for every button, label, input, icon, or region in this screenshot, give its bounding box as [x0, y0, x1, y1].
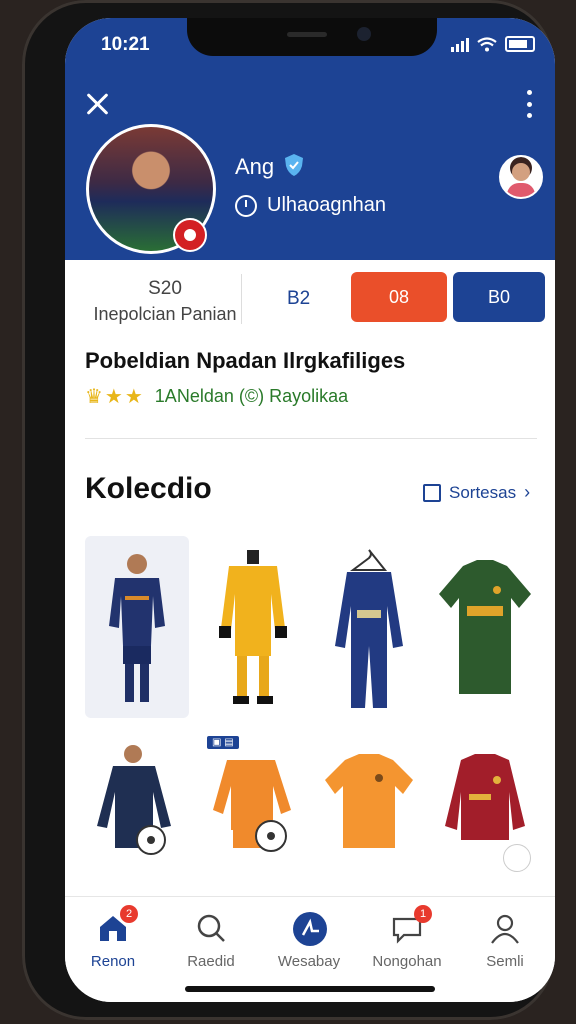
green-jersey-image: [439, 560, 531, 694]
club-badge-icon: [173, 218, 207, 252]
battery-icon: [505, 36, 535, 52]
close-icon[interactable]: [81, 88, 113, 120]
notification-badge: 1: [414, 905, 432, 923]
training-shirt-ball-image: [97, 745, 171, 855]
notification-badge: 2: [120, 905, 138, 923]
orange-action-button[interactable]: 08: [351, 272, 447, 322]
collection-item[interactable]: [433, 730, 537, 878]
nav-label: Nongohan: [372, 953, 442, 970]
rating-text: 1ANeldan (©) Rayolikaa: [154, 386, 349, 406]
wifi-icon: [477, 37, 497, 52]
user-avatar[interactable]: [499, 155, 543, 199]
divider: [241, 274, 242, 324]
collection-item[interactable]: ▣ ▤: [201, 730, 305, 878]
nav-item-home[interactable]: 2 Renon: [65, 905, 161, 970]
device-notch: [187, 18, 437, 56]
orange-jersey-image: [325, 754, 413, 848]
chevron-right-icon: ›: [524, 482, 531, 502]
collection-item[interactable]: [85, 730, 189, 878]
phone-frame: 10:21 Ang Ulhaoagnhan S20 Inepolcian Pan…: [22, 0, 555, 1020]
verified-icon: [285, 154, 303, 176]
orange-kit-ball-image: [213, 760, 291, 852]
front-camera: [357, 27, 371, 41]
sort-button[interactable]: Sortesas ›: [423, 482, 530, 503]
stat-main-label: Inepolcian Panian: [93, 304, 237, 324]
speaker: [287, 32, 327, 37]
collection-item[interactable]: [85, 536, 189, 718]
player-navy-kit-image: [109, 554, 165, 702]
app-screen: 10:21 Ang Ulhaoagnhan S20 Inepolcian Pan…: [65, 18, 555, 1002]
stat-main: S20 Inepolcian Panian: [85, 278, 245, 325]
sort-label: Sortesas: [449, 482, 517, 502]
signal-icon: [451, 38, 469, 52]
clock-icon: [235, 194, 257, 217]
nav-item-messages[interactable]: 1 Nongohan: [359, 905, 455, 970]
home-icon: 2: [96, 905, 138, 945]
collection-item[interactable]: [317, 536, 421, 718]
chat-icon: 1: [390, 905, 432, 945]
headline: Pobeldian Npadan Ilrgkafiliges: [85, 348, 406, 373]
stat-b2[interactable]: B2: [287, 288, 310, 310]
profile-name: Ang: [235, 154, 275, 179]
compass-icon: [292, 911, 327, 946]
nav-label: Wesabay: [277, 953, 341, 970]
goalkeeper-kit-image: [219, 550, 287, 704]
status-time: 10:21: [101, 34, 150, 55]
nav-label: Raedid: [187, 953, 235, 970]
home-indicator: [185, 986, 435, 992]
status-icons: [451, 36, 535, 52]
person-icon: [488, 911, 522, 945]
more-options-icon[interactable]: [525, 90, 533, 118]
divider: [85, 438, 537, 439]
profile-header: 10:21 Ang Ulhaoagnhan: [65, 18, 555, 260]
nav-label: Semli: [486, 953, 524, 970]
nav-label: Renon: [90, 953, 136, 970]
profile-subline: Ulhaoagnhan: [235, 194, 386, 217]
nav-item-explore[interactable]: Wesabay: [261, 911, 357, 970]
collection-item[interactable]: [433, 536, 537, 718]
sort-icon: [423, 483, 441, 502]
blue-action-button[interactable]: B0: [453, 272, 545, 322]
nav-item-search[interactable]: Raedid: [163, 911, 259, 970]
collection-grid: ▣ ▤: [85, 536, 541, 878]
tracksuit-hanger-image: [335, 549, 403, 708]
collection-item[interactable]: [201, 536, 305, 718]
collection-item[interactable]: [317, 730, 421, 878]
profile-subtitle: Ulhaoagnhan: [267, 194, 386, 216]
stat-main-value: S20: [148, 278, 182, 299]
rating-row: ♛★★ 1ANeldan (©) Rayolikaa: [85, 384, 348, 409]
stats-row: S20 Inepolcian Panian B2 08 B0: [65, 260, 555, 340]
section-title: Kolecdio: [85, 472, 212, 505]
search-icon: [194, 911, 228, 945]
star-rating-icon: ♛★★: [85, 386, 145, 408]
nav-item-profile[interactable]: Semli: [457, 911, 553, 970]
expand-icon[interactable]: [503, 844, 531, 872]
